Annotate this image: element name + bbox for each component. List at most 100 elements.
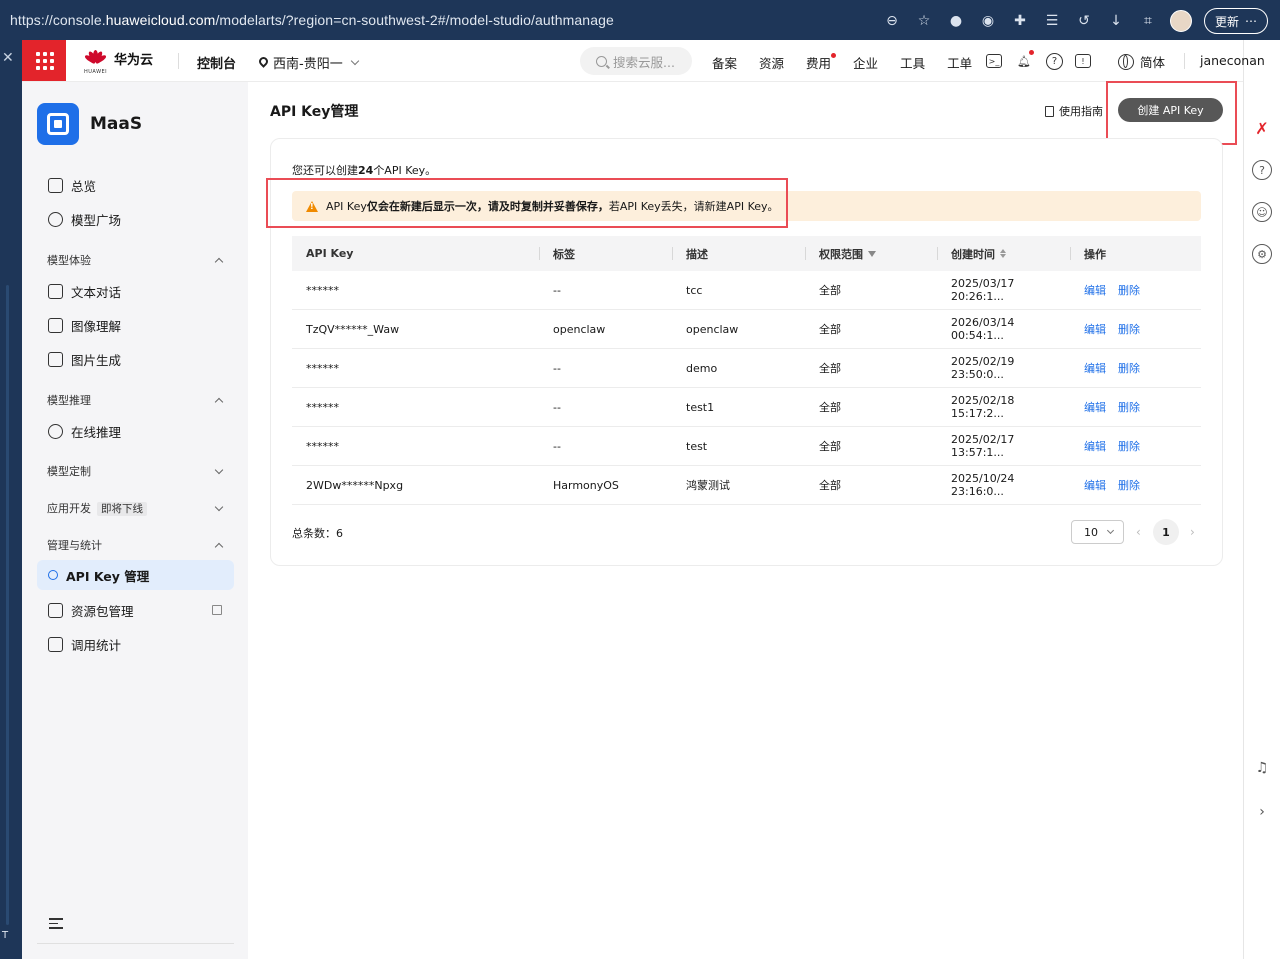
sidebar-group-experience[interactable]: 模型体验 [47,250,224,270]
cell-tag: openclaw [553,322,606,336]
star-icon[interactable]: ☆ [914,11,934,31]
nav-link-tickets[interactable]: 工单 [947,53,972,72]
region-selector[interactable]: 西南-贵阳一 [259,53,359,72]
favorites-icon[interactable]: ☰ [1042,11,1062,31]
cell-description: 鸿蒙测试 [686,479,730,492]
search-input[interactable]: 搜索云服... [580,47,692,75]
page-title: API Key管理 [270,104,359,120]
cell-scope: 全部 [819,479,841,492]
cell-actions: 编辑 删除 [1070,360,1201,376]
language-selector[interactable]: 简体 [1118,52,1165,71]
delete-button[interactable]: 删除 [1118,282,1140,298]
sidebar-item-resource-package[interactable]: 资源包管理 [37,595,234,625]
cell-api-key: TzQV******_Waw [306,322,400,336]
headset-icon[interactable]: ♫ [1252,758,1272,778]
delete-button[interactable]: 删除 [1118,360,1140,376]
user-menu[interactable]: janeconan [1200,53,1265,68]
cell-created: 2025/02/17 13:57:1... [951,433,1015,459]
nav-link-filing[interactable]: 备案 [712,53,737,72]
cell-tag: -- [553,283,561,297]
quota-suffix: 个API Key。 [373,164,437,177]
feedback-icon[interactable]: ! [1075,54,1091,68]
strip-letter: T [2,930,9,941]
sidebar-item-online-inference[interactable]: 在线推理 [37,416,234,446]
pin-icon[interactable]: ✕ [2,50,14,66]
cell-scope: 全部 [819,323,841,336]
page-size-select[interactable]: 10 [1071,520,1124,544]
sidebar-group-manage[interactable]: 管理与统计 [47,535,224,555]
collapse-sidebar-icon[interactable] [49,918,63,929]
delete-button[interactable]: 删除 [1118,321,1140,337]
nav-link-resources[interactable]: 资源 [759,53,784,72]
update-button[interactable]: 更新 ⋯ [1203,8,1268,34]
service-menu-button[interactable] [22,40,66,81]
extension-icon[interactable]: ● [946,11,966,31]
assistant-icon[interactable]: ✗ [1252,118,1272,138]
settings-icon[interactable]: ⚙ [1252,244,1272,264]
sidebar-item-label: 模型广场 [71,212,122,228]
help-icon[interactable]: ? [1046,52,1063,70]
extension-green-icon[interactable]: ◉ [978,11,998,31]
filter-icon[interactable] [868,250,876,257]
cell-description: test [686,439,708,453]
sidebar-group-custom[interactable]: 模型定制 [47,461,224,481]
sort-icon[interactable] [1000,249,1006,258]
console-link[interactable]: 控制台 [197,53,236,72]
sidebar-item-label: 在线推理 [71,424,122,440]
download-icon[interactable]: ↓ [1106,11,1126,31]
sidebar-item-image-generation[interactable]: 图片生成 [37,344,234,374]
sidebar-item-api-key[interactable]: API Key 管理 [37,560,234,590]
address-bar[interactable]: https://console.huaweicloud.com/modelart… [10,12,614,28]
notification-bell-icon[interactable]: 🔔︎ [1014,50,1034,71]
scrollbar[interactable] [6,285,9,925]
delete-button[interactable]: 删除 [1118,399,1140,415]
chevron-up-icon [214,257,224,266]
edit-button[interactable]: 编辑 [1084,399,1106,415]
home-icon [48,177,63,193]
sidebar-item-model-square[interactable]: 模型广场 [37,204,234,234]
cell-tag: -- [553,439,561,453]
expand-icon[interactable]: › [1252,802,1272,822]
edit-button[interactable]: 编辑 [1084,477,1106,493]
smile-icon[interactable]: ☺ [1252,202,1272,222]
edit-button[interactable]: 编辑 [1084,282,1106,298]
reader-icon[interactable]: ⊖ [882,11,902,31]
sidebar-item-usage-stats[interactable]: 调用统计 [37,629,234,659]
screenshot-icon[interactable]: ⌗ [1138,11,1158,31]
cell-scope: 全部 [819,362,841,375]
sidebar-group-inference[interactable]: 模型推理 [47,390,224,410]
column-header-description: 描述 [672,246,805,262]
prev-page-icon[interactable]: ‹ [1136,525,1144,539]
group-label: 应用开发 [47,502,91,515]
delete-button[interactable]: 删除 [1118,477,1140,493]
cell-api-key: ****** [306,400,339,414]
atom-icon [48,423,63,439]
cell-tag: HarmonyOS [553,478,619,492]
column-header-label: 权限范围 [819,247,863,261]
sidebar-group-appdev[interactable]: 应用开发 即将下线 [47,498,224,518]
cell-scope: 全部 [819,284,841,297]
delete-button[interactable]: 删除 [1118,438,1140,454]
edit-button[interactable]: 编辑 [1084,321,1106,337]
puzzle-icon[interactable]: ✚ [1010,11,1030,31]
table-row: ****** -- test 全部 2025/02/17 13:57:1... 编辑 删除 [292,427,1201,466]
nav-link-billing[interactable]: 费用 [806,53,837,72]
sidebar-item-label: 图片生成 [71,352,122,368]
sidebar-item-text-chat[interactable]: 文本对话 [37,276,234,306]
edit-button[interactable]: 编辑 [1084,438,1106,454]
profile-avatar[interactable] [1169,10,1192,32]
nav-link-tools[interactable]: 工具 [900,53,925,72]
sidebar-item-overview[interactable]: 总览 [37,170,234,200]
history-icon[interactable]: ↺ [1074,11,1094,31]
highlight-box [266,178,788,228]
huawei-logo[interactable]: 华为云 [83,49,153,68]
user-guide-link[interactable]: 使用指南 [1045,103,1103,119]
edit-button[interactable]: 编辑 [1084,360,1106,376]
help-icon[interactable]: ? [1252,160,1272,180]
page-number-current[interactable]: 1 [1153,519,1179,545]
key-icon [48,570,58,580]
next-page-icon[interactable]: › [1190,525,1198,539]
nav-link-enterprise[interactable]: 企业 [853,53,878,72]
sidebar-item-image-understanding[interactable]: 图像理解 [37,310,234,340]
cloudshell-icon[interactable]: >_ [986,54,1002,68]
